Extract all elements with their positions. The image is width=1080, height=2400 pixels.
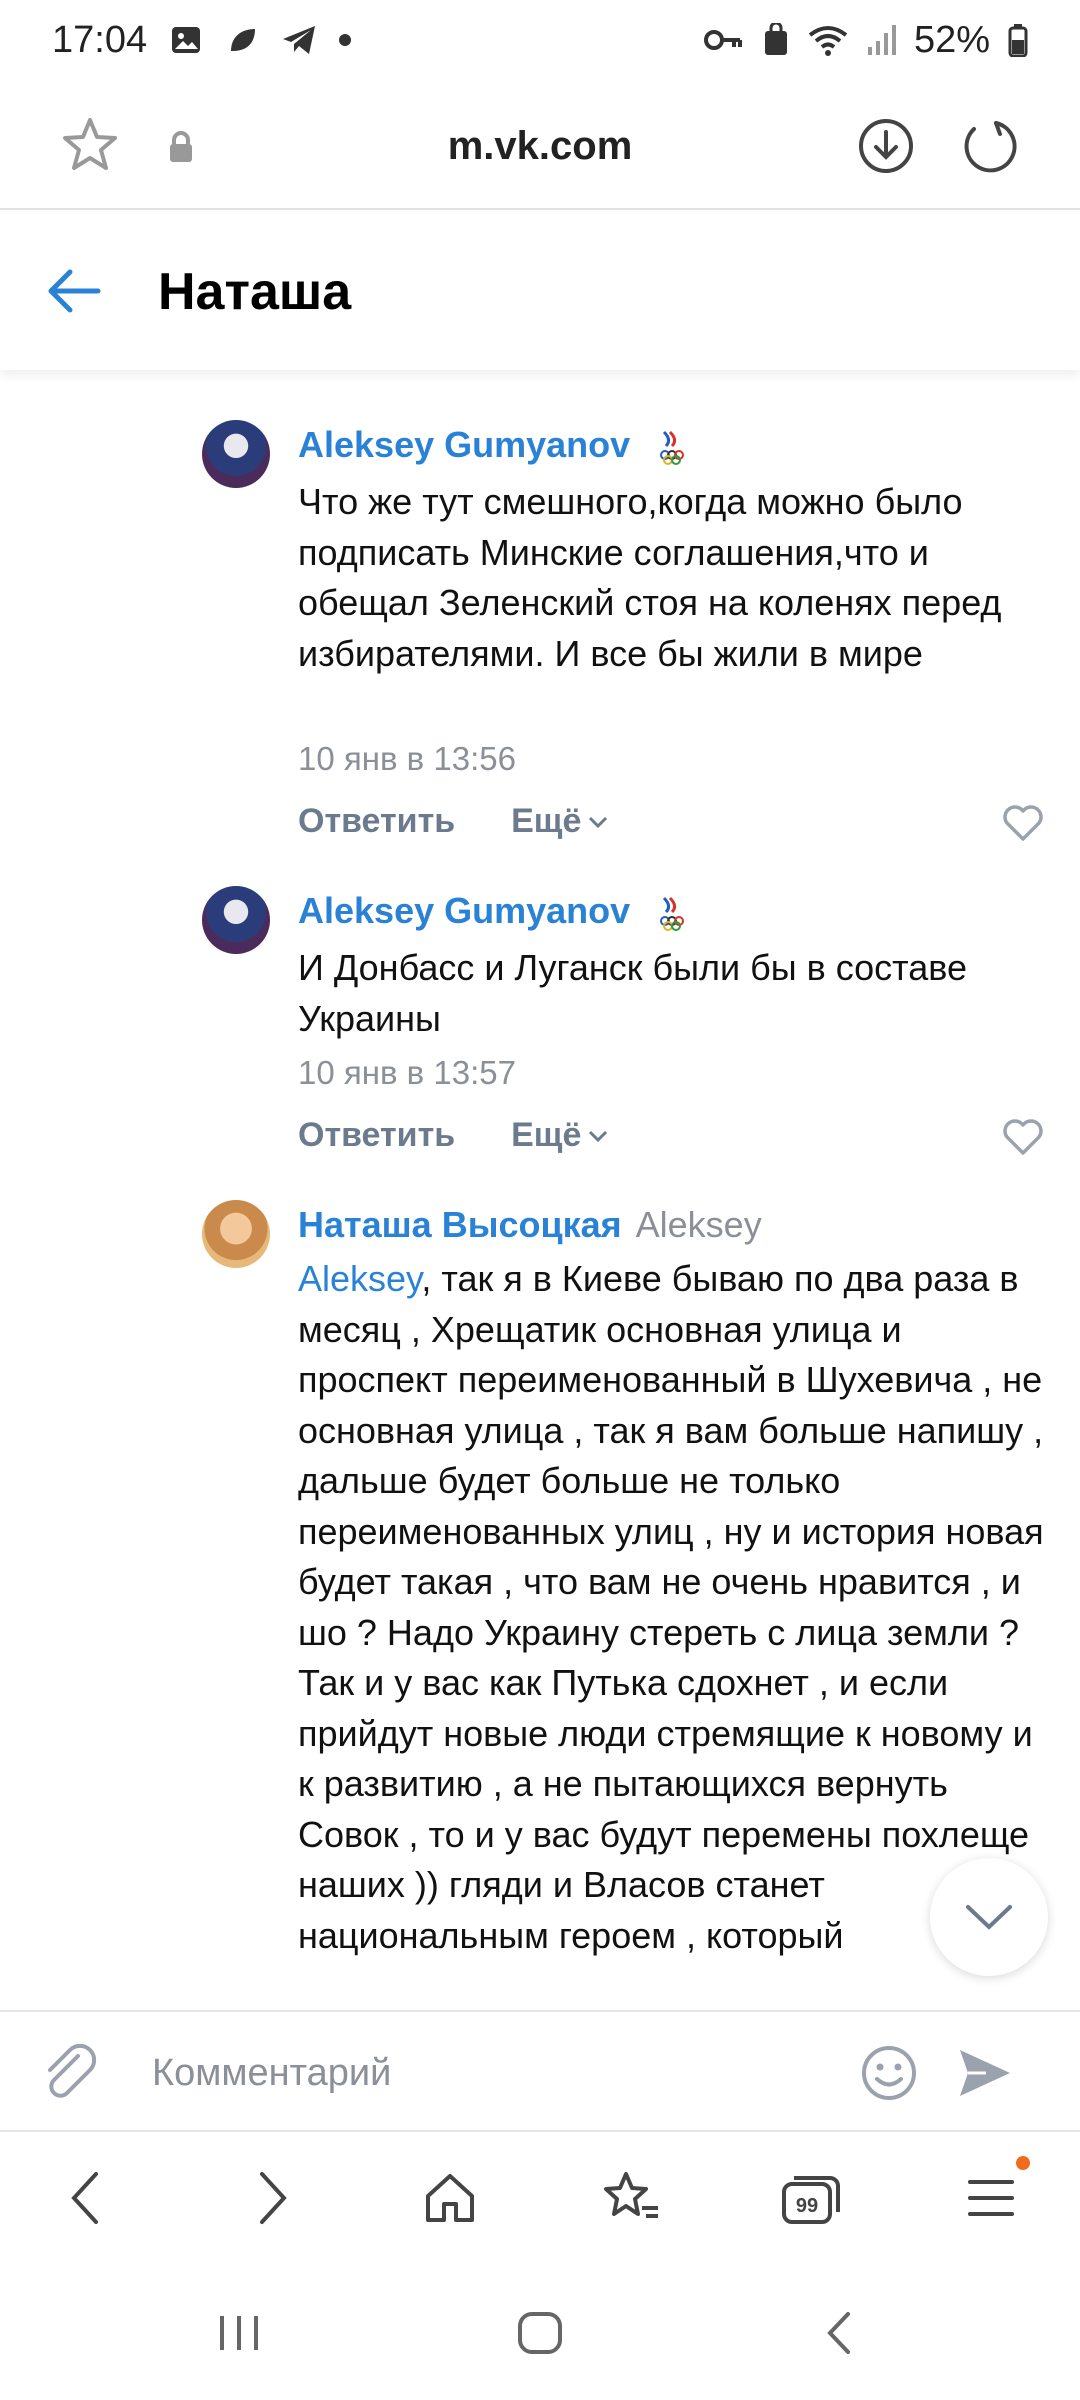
browser-url-bar: m.vk.com — [0, 80, 1080, 210]
url-text[interactable]: m.vk.com — [0, 124, 1080, 169]
comment-composer: Комментарий — [0, 2010, 1080, 2132]
page-header: Наташа — [0, 212, 1080, 370]
comment-author[interactable]: Aleksey Gumyanov — [298, 424, 686, 466]
chevron-down-icon — [589, 816, 608, 828]
download-icon[interactable] — [856, 116, 916, 176]
more-label: Ещё — [511, 802, 582, 840]
back-arrow-icon[interactable] — [46, 266, 102, 316]
browser-nav-bar: 99 — [0, 2132, 1080, 2266]
notification-dot-icon — [339, 34, 352, 46]
olympic-badge-icon — [660, 431, 685, 466]
reply-to-name[interactable]: Aleksey — [636, 1204, 762, 1245]
comment-author[interactable]: Aleksey Gumyanov — [298, 890, 686, 932]
more-label: Ещё — [511, 1116, 582, 1154]
reply-button[interactable]: Ответить — [298, 1116, 455, 1155]
status-time: 17:04 — [52, 18, 148, 61]
comment-time[interactable]: 10 янв в 13:56 — [298, 740, 516, 778]
paperclip-icon[interactable] — [38, 2042, 102, 2106]
battery-icon — [1008, 24, 1028, 57]
browser-back-icon[interactable] — [66, 2168, 106, 2228]
menu-notification-dot — [1016, 2156, 1030, 2170]
more-button[interactable]: Ещё — [511, 1116, 609, 1155]
gallery-icon — [172, 27, 201, 53]
recent-apps-icon[interactable] — [214, 2308, 264, 2358]
system-home-icon[interactable] — [514, 2308, 566, 2358]
comments-feed[interactable]: Aleksey Gumyanov Что же тут смешного,ког… — [0, 370, 1080, 2010]
author-name[interactable]: Aleksey Gumyanov — [298, 890, 630, 931]
send-icon[interactable] — [956, 2046, 1014, 2100]
leaf-icon — [231, 29, 256, 51]
comment-text: И Донбасс и Луганск были бы в составе Ук… — [298, 947, 968, 1039]
menu-icon[interactable] — [966, 2168, 1016, 2228]
scroll-down-button[interactable] — [930, 1858, 1048, 1976]
bookmarks-icon[interactable] — [600, 2168, 664, 2228]
chevron-down-icon — [966, 1905, 1012, 1930]
like-heart-icon[interactable] — [1002, 1118, 1044, 1156]
avatar[interactable] — [202, 886, 270, 954]
comment-actions: Ответить Ещё — [298, 802, 609, 841]
avatar[interactable] — [202, 1200, 270, 1268]
comment-body: , так я в Киеве бываю по два раза в меся… — [298, 1258, 1044, 1956]
bag-icon — [764, 23, 787, 55]
comment-time[interactable]: 10 янв в 13:57 — [298, 1054, 516, 1092]
reload-icon[interactable] — [960, 116, 1020, 176]
page-title: Наташа — [158, 263, 352, 321]
svg-text:99: 99 — [796, 2195, 818, 2217]
wifi-icon — [808, 26, 848, 56]
mention-link[interactable]: Aleksey — [298, 1258, 421, 1299]
home-icon[interactable] — [420, 2168, 480, 2228]
status-bar: 17:04 52% — [0, 0, 1080, 80]
tabs-icon[interactable]: 99 — [778, 2168, 844, 2228]
comment-text: Что же тут смешного,когда можно было под… — [298, 481, 1002, 674]
more-button[interactable]: Ещё — [511, 802, 609, 841]
battery-level: 52% — [913, 18, 990, 61]
browser-forward-icon[interactable] — [252, 2168, 292, 2228]
signal-icon — [867, 25, 896, 55]
system-back-icon[interactable] — [820, 2308, 860, 2358]
system-nav-bar — [0, 2266, 1080, 2400]
like-heart-icon[interactable] — [1002, 804, 1044, 842]
author-name[interactable]: Aleksey Gumyanov — [298, 424, 630, 465]
comment-actions: Ответить Ещё — [298, 1116, 609, 1155]
emoji-icon[interactable] — [860, 2044, 918, 2102]
comment-author[interactable]: Наташа Высоцкая Aleksey — [298, 1204, 762, 1246]
chevron-down-icon — [589, 1130, 608, 1142]
reply-button[interactable]: Ответить — [298, 802, 455, 841]
comment-input[interactable]: Комментарий — [152, 2052, 391, 2095]
author-name[interactable]: Наташа Высоцкая — [298, 1204, 622, 1245]
comment-text: Aleksey, так я в Киеве бываю по два раза… — [298, 1254, 1058, 1961]
telegram-icon — [283, 26, 316, 54]
vpn-key-icon — [703, 30, 742, 50]
avatar[interactable] — [202, 420, 270, 488]
olympic-badge-icon — [660, 897, 685, 932]
